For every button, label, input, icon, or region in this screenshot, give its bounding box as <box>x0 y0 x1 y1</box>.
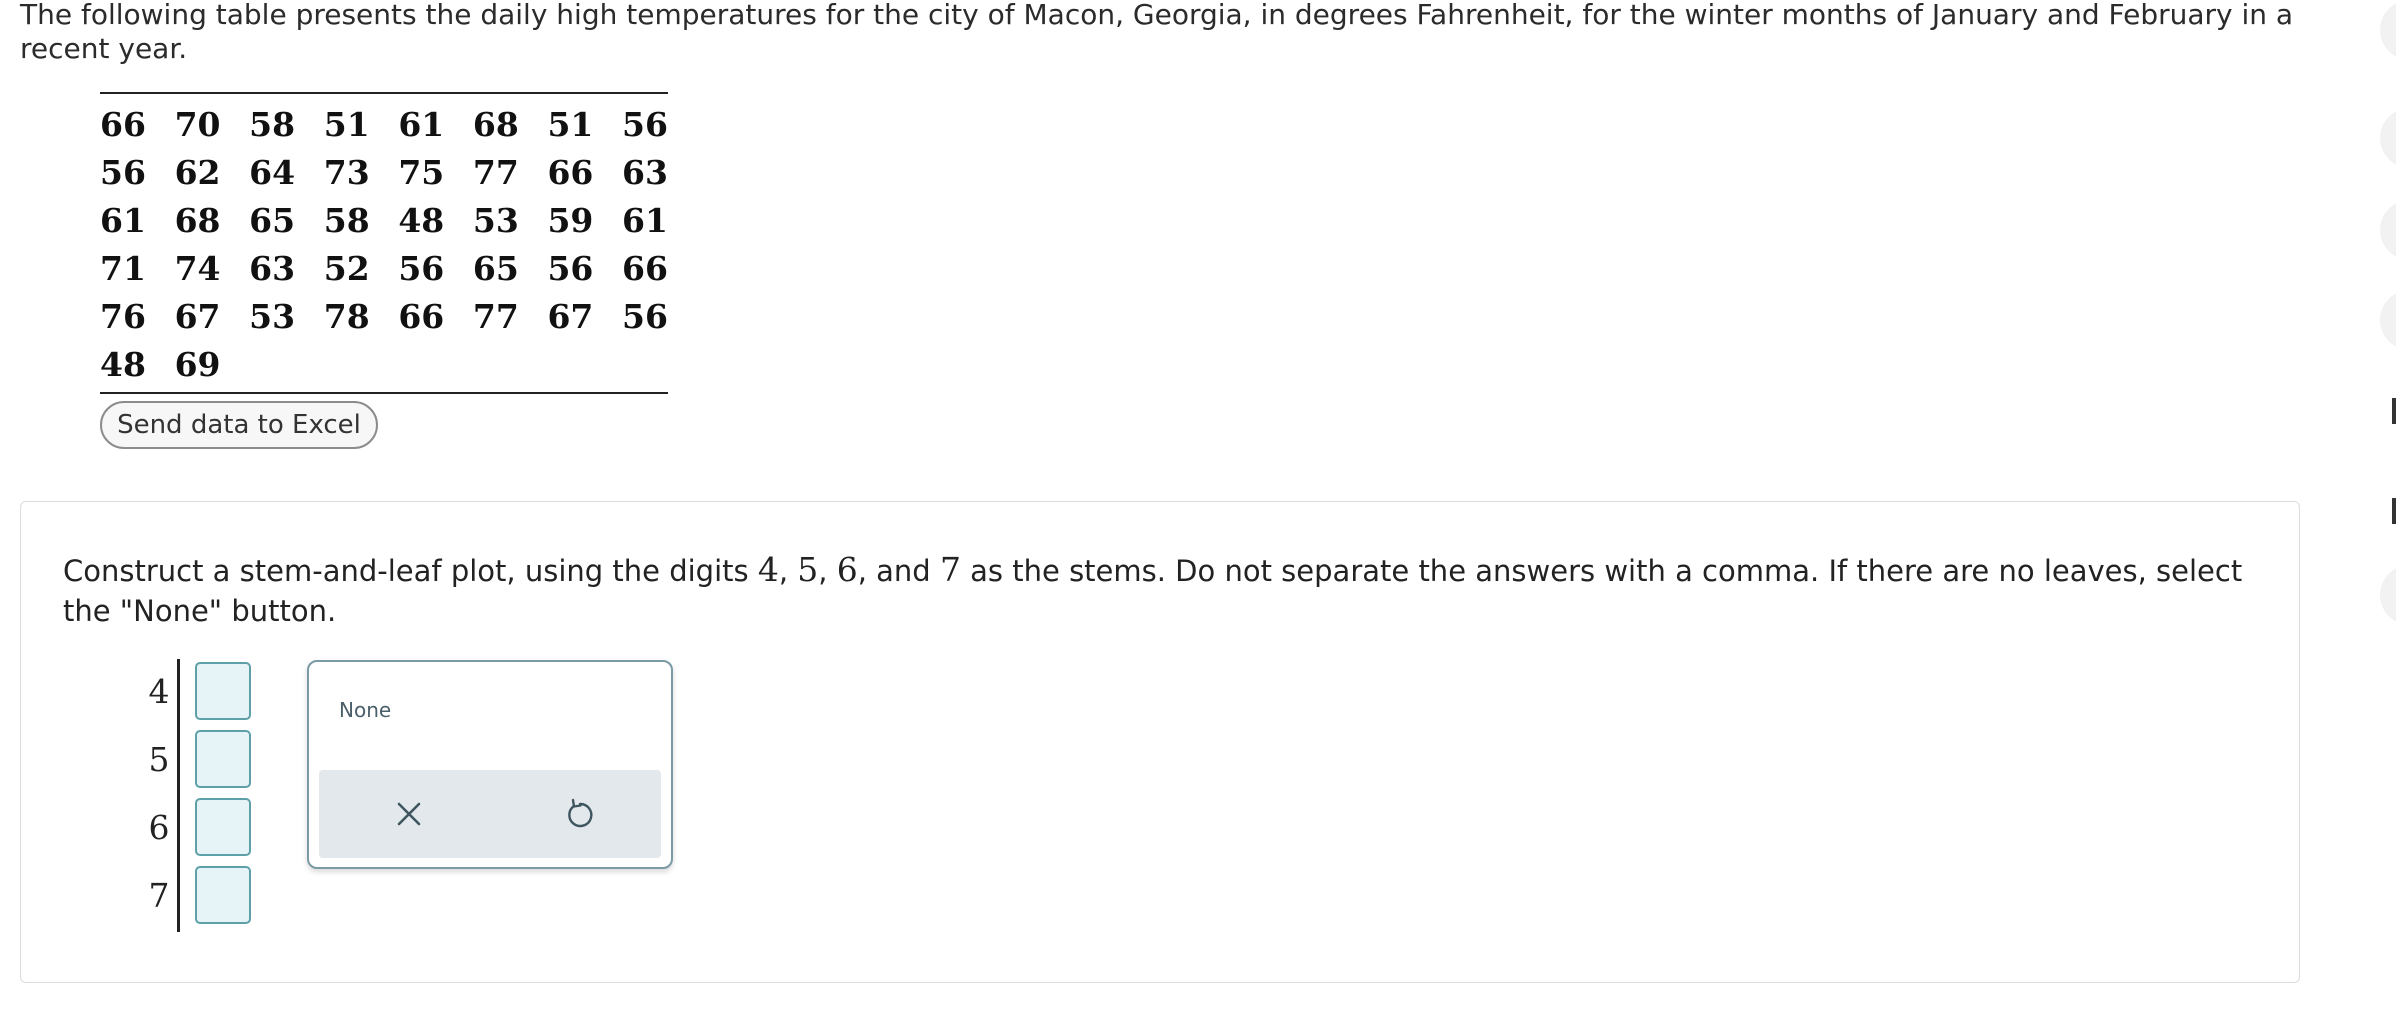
table-cell: 58 <box>323 200 370 240</box>
table-cell: 52 <box>323 248 370 288</box>
table-row: 48 69 <box>100 340 668 388</box>
table-cell: 56 <box>622 296 668 336</box>
table-cell: 74 <box>174 248 221 288</box>
side-tool-button[interactable] <box>2380 290 2396 350</box>
table-cell: 51 <box>547 104 594 144</box>
table-cell: 64 <box>249 152 296 192</box>
table-row: 61 68 65 58 48 53 59 61 <box>100 196 668 244</box>
table-cell: 67 <box>174 296 221 336</box>
table-cell: 56 <box>547 248 594 288</box>
side-bracket-mark <box>2392 398 2396 424</box>
table-cell <box>473 340 548 388</box>
table-cell: 65 <box>472 248 519 288</box>
table-cell <box>622 340 668 388</box>
table-cell: 58 <box>249 104 296 144</box>
table-cell: 73 <box>323 152 370 192</box>
table-cell: 61 <box>398 104 445 144</box>
table-cell: 68 <box>472 104 519 144</box>
intro-text: The following table presents the daily h… <box>20 0 2294 65</box>
send-data-to-excel-button[interactable]: Send data to Excel <box>100 401 378 449</box>
stem-label: 7 <box>148 876 170 915</box>
question-text: Construct a stem-and-leaf plot, using th… <box>63 550 2283 631</box>
question-text-part: , <box>778 554 798 588</box>
table-cell: 66 <box>547 152 594 192</box>
side-tool-button[interactable] <box>2380 0 2396 60</box>
question-text-part: , and <box>857 554 940 588</box>
table-cell: 63 <box>622 152 668 192</box>
stem-digit-6: 6 <box>836 550 858 589</box>
side-bracket-mark <box>2392 498 2396 524</box>
table-cell: 53 <box>472 200 519 240</box>
table-row: 66 70 58 51 61 68 51 56 <box>100 100 668 148</box>
undo-icon[interactable] <box>562 796 598 832</box>
stem-digit-4: 4 <box>757 550 779 589</box>
table-cell: 63 <box>249 248 296 288</box>
leaf-input-stem-5[interactable] <box>195 730 251 788</box>
table-cell: 53 <box>249 296 296 336</box>
table-cell <box>249 340 324 388</box>
table-cell: 67 <box>547 296 594 336</box>
table-cell: 56 <box>398 248 445 288</box>
table-cell: 75 <box>398 152 445 192</box>
stem-divider-line <box>177 659 180 932</box>
question-card: Construct a stem-and-leaf plot, using th… <box>20 501 2300 983</box>
table-cell <box>324 340 399 388</box>
side-tool-button[interactable] <box>2380 200 2396 260</box>
table-cell: 69 <box>174 344 221 384</box>
table-cell: 48 <box>100 344 146 384</box>
leaf-input-stem-7[interactable] <box>195 866 251 924</box>
stem-digit-5: 5 <box>797 550 819 589</box>
table-cell: 56 <box>622 104 668 144</box>
side-tool-button[interactable] <box>2380 565 2396 625</box>
close-icon[interactable] <box>391 796 427 832</box>
table-cell: 66 <box>100 104 146 144</box>
stem-label: 4 <box>148 672 170 711</box>
table-cell: 68 <box>174 200 221 240</box>
table-cell: 66 <box>398 296 445 336</box>
leaf-input-stem-6[interactable] <box>195 798 251 856</box>
temperature-table: 66 70 58 51 61 68 51 56 56 62 64 73 75 7… <box>100 92 668 394</box>
question-text-part: , <box>818 554 837 588</box>
table-row: 71 74 63 52 56 65 56 66 <box>100 244 668 292</box>
stem-label: 6 <box>148 808 170 847</box>
table-cell: 77 <box>472 152 519 192</box>
table-row: 76 67 53 78 66 77 67 56 <box>100 292 668 340</box>
table-cell: 61 <box>100 200 146 240</box>
table-cell <box>398 340 473 388</box>
table-cell: 56 <box>100 152 146 192</box>
table-cell: 61 <box>622 200 668 240</box>
answer-palette: None <box>307 660 673 869</box>
stem-digit-7: 7 <box>939 550 961 589</box>
table-cell: 70 <box>174 104 221 144</box>
question-text-part: Construct a stem-and-leaf plot, using th… <box>63 554 758 588</box>
table-cell: 66 <box>622 248 668 288</box>
table-cell: 51 <box>323 104 370 144</box>
temperature-data-table: 66 70 58 51 61 68 51 56 56 62 64 73 75 7… <box>100 100 668 388</box>
table-cell: 62 <box>174 152 221 192</box>
table-cell <box>547 340 622 388</box>
stem-label: 5 <box>148 740 170 779</box>
palette-toolbar <box>319 770 661 858</box>
side-tool-button[interactable] <box>2380 108 2396 168</box>
table-cell: 48 <box>398 200 445 240</box>
table-cell: 59 <box>547 200 594 240</box>
table-cell: 65 <box>249 200 296 240</box>
none-button[interactable]: None <box>339 698 391 722</box>
table-cell: 76 <box>100 296 146 336</box>
leaf-input-stem-4[interactable] <box>195 662 251 720</box>
table-cell: 71 <box>100 248 146 288</box>
table-cell: 77 <box>472 296 519 336</box>
table-row: 56 62 64 73 75 77 66 63 <box>100 148 668 196</box>
table-cell: 78 <box>323 296 370 336</box>
